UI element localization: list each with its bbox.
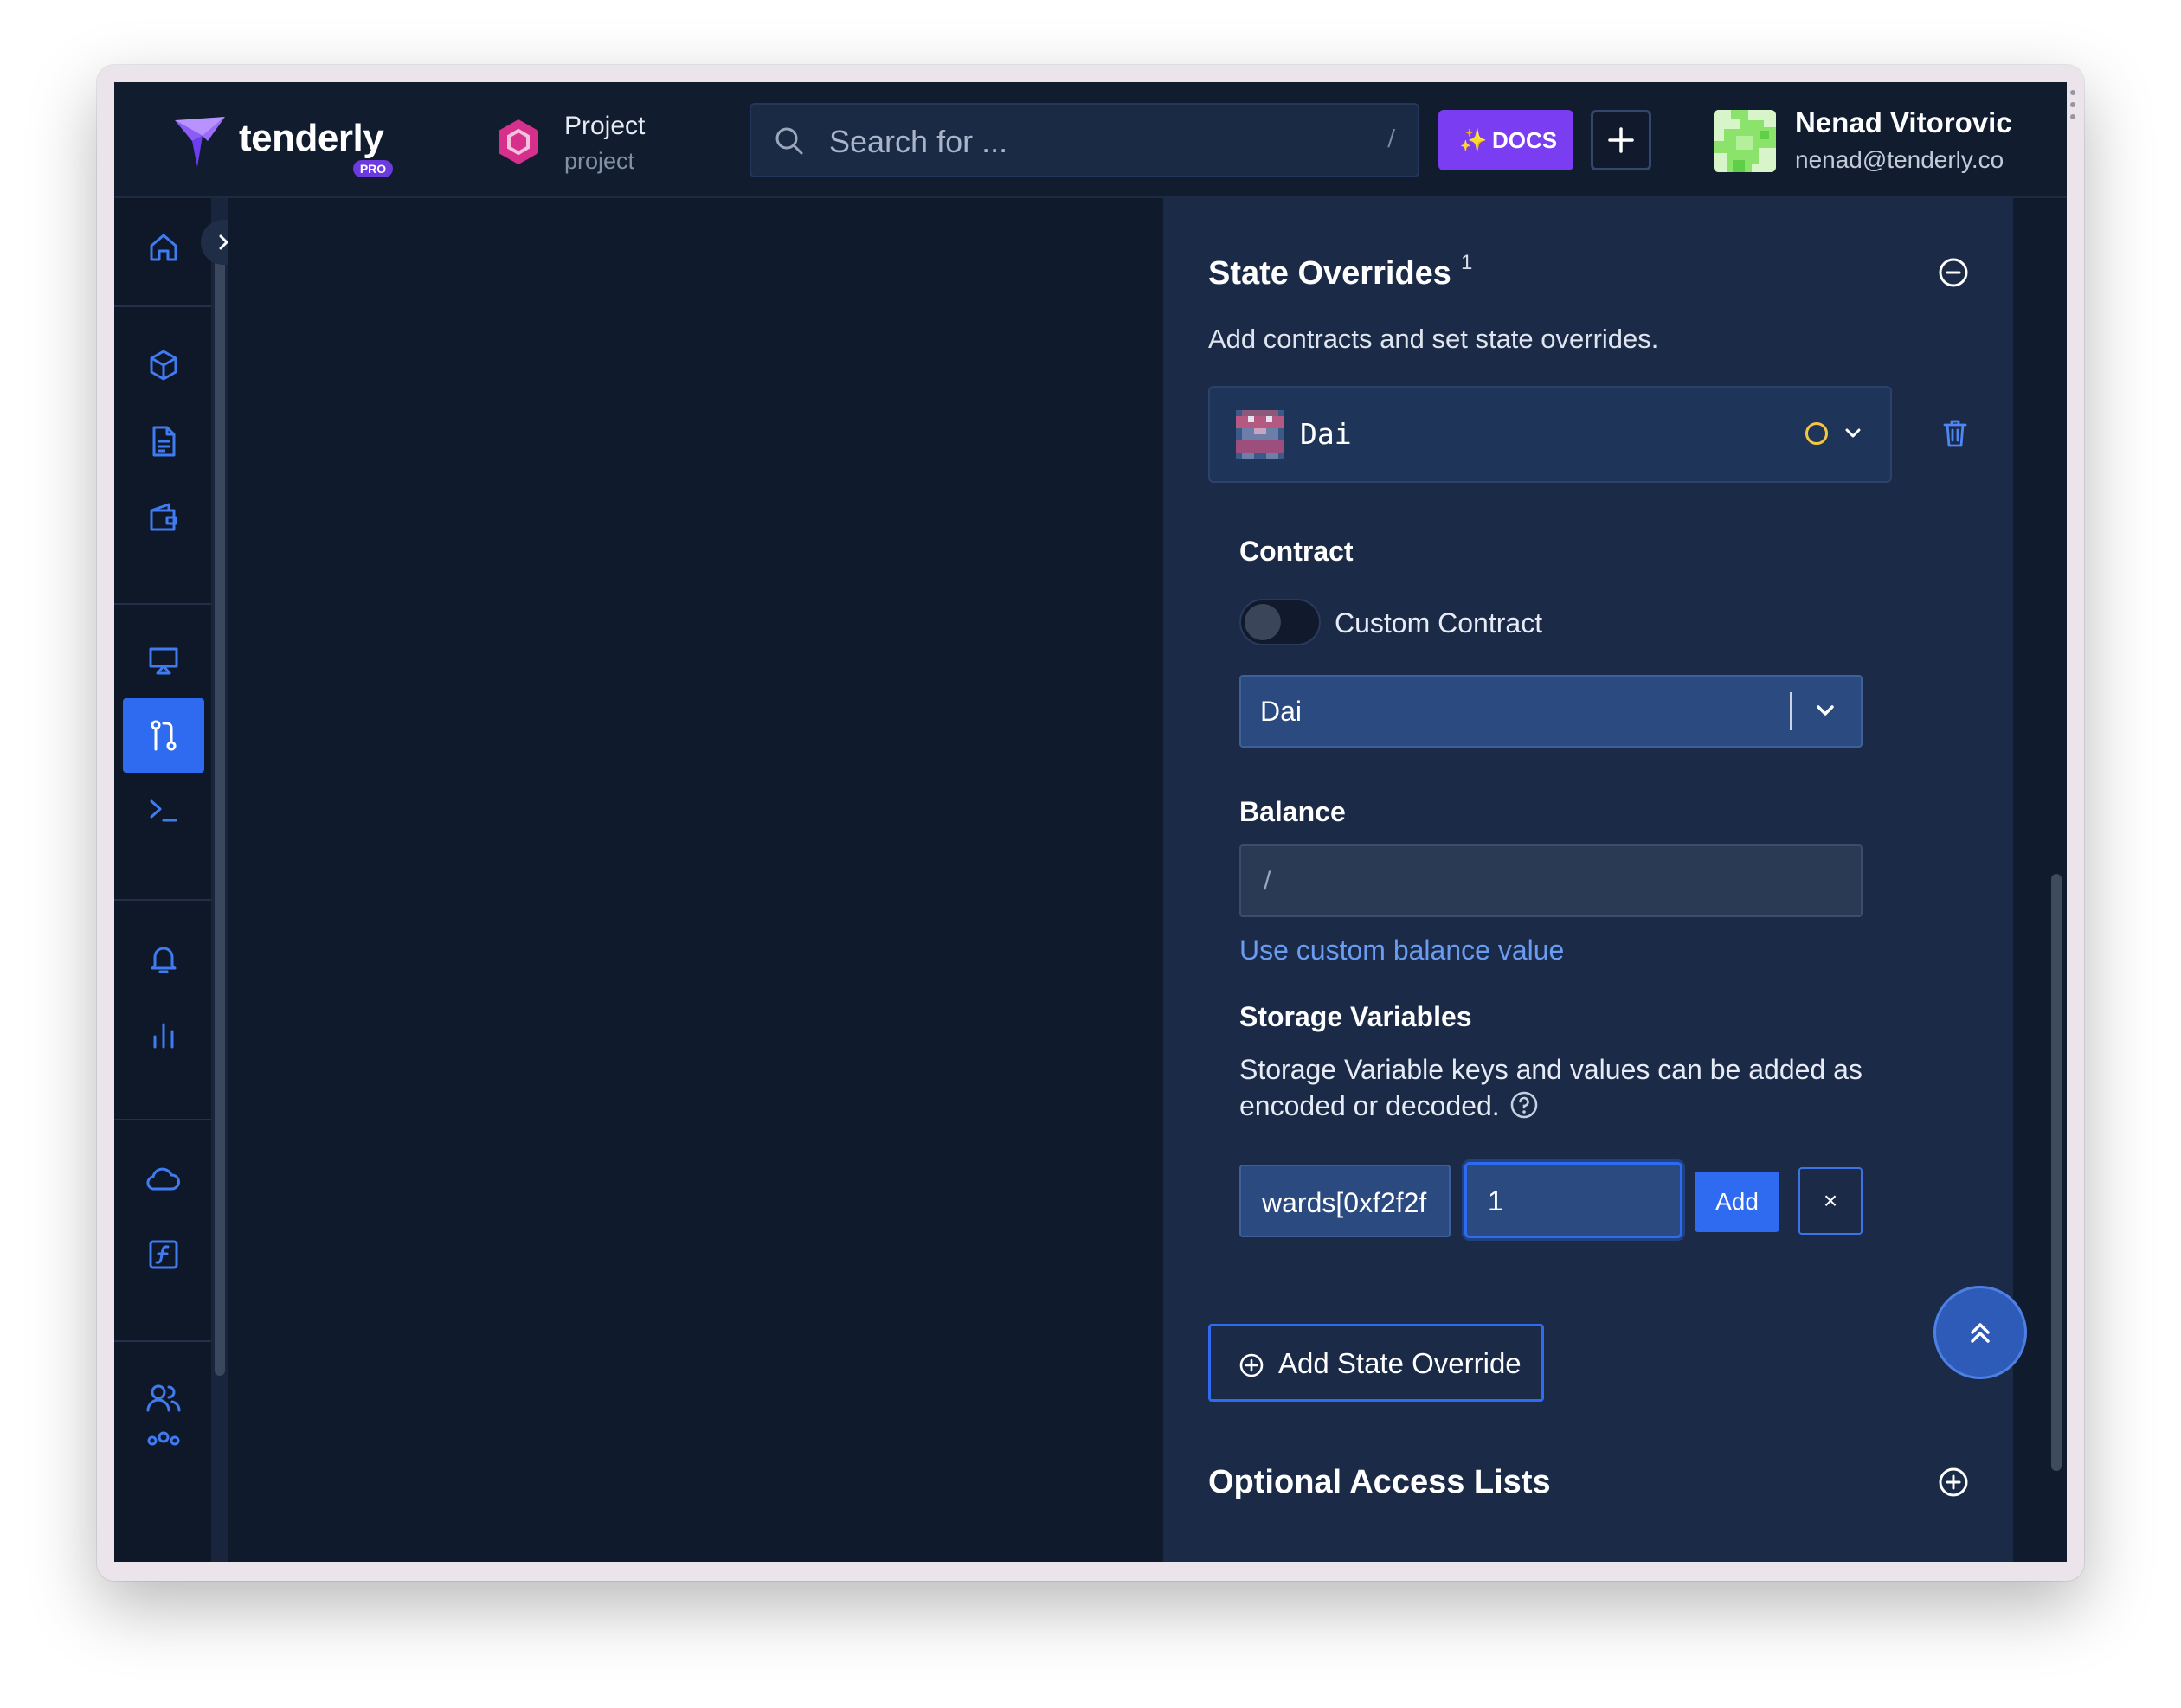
sidebar-item-wallets[interactable]	[123, 480, 204, 555]
cube-icon	[150, 350, 177, 381]
user-name: Nenad Vitorovic	[1795, 106, 2012, 138]
bell-icon	[151, 947, 177, 973]
status-indicator	[1805, 422, 1828, 445]
users-icon	[146, 1384, 181, 1412]
search-input[interactable]	[827, 120, 1350, 164]
bar-chart-icon	[153, 1023, 174, 1049]
search-bar[interactable]: /	[750, 103, 1419, 177]
contract-avatar	[1236, 410, 1284, 459]
chevron-down-icon[interactable]	[1842, 422, 1864, 445]
add-state-override-button[interactable]: Add State Override	[1208, 1324, 1544, 1402]
toggle-knob	[1245, 604, 1281, 640]
storage-key-input[interactable]	[1260, 1182, 1445, 1223]
sidebar-item-alerts[interactable]	[123, 921, 204, 996]
create-new-button[interactable]	[1591, 110, 1651, 170]
sidebar-item-node[interactable]	[123, 1141, 204, 1216]
state-overrides-title: State Overrides	[1208, 255, 1451, 292]
chevron-down-icon	[1817, 705, 1834, 716]
contract-select-value: Dai	[1260, 696, 1303, 727]
state-overrides-count: 1	[1461, 251, 1473, 274]
sidebar-divider	[114, 1340, 211, 1342]
sidebar-divider	[114, 1119, 211, 1120]
window-grip-icon[interactable]	[2070, 90, 2077, 126]
sidebar-item-contracts[interactable]	[123, 328, 204, 402]
plus-icon	[1608, 127, 1634, 153]
optional-access-lists-title: Optional Access Lists	[1208, 1464, 1551, 1500]
storage-value-field[interactable]	[1464, 1162, 1682, 1238]
project-slug: project	[564, 148, 635, 174]
contract-label: Contract	[1239, 536, 1354, 567]
sidebar-divider	[114, 305, 211, 307]
search-shortcut-hint: /	[1387, 125, 1395, 151]
sidebar-item-web3-actions[interactable]	[123, 1217, 204, 1292]
balance-input[interactable]	[1262, 862, 1837, 902]
sidebar-item-users[interactable]	[123, 1361, 204, 1435]
project-name: Project	[564, 112, 646, 140]
sidebar-divider	[114, 899, 211, 901]
tenderly-logo-icon	[175, 117, 225, 167]
team-icon	[147, 1431, 180, 1446]
clear-storage-variable-button[interactable]: ×	[1798, 1167, 1863, 1235]
sidebar-scrollbar-thumb[interactable]	[215, 260, 225, 1376]
help-circle-icon[interactable]	[1509, 1090, 1539, 1120]
scroll-to-top-button[interactable]	[1933, 1286, 2027, 1379]
select-divider	[1790, 692, 1792, 730]
add-state-override-label: Add State Override	[1278, 1347, 1522, 1379]
add-storage-variable-button[interactable]: Add	[1695, 1172, 1779, 1232]
project-hexagon-icon	[499, 119, 538, 164]
docs-label: DOCS	[1492, 127, 1558, 153]
docs-button[interactable]: ✨ DOCS	[1438, 110, 1573, 170]
balance-field[interactable]	[1239, 844, 1863, 917]
sidebar-divider	[114, 603, 211, 605]
state-overrides-description: Add contracts and set state overrides.	[1208, 324, 1659, 354]
contract-override-card[interactable]: Dai	[1208, 386, 1892, 483]
search-icon	[775, 127, 803, 155]
main-content-area	[228, 198, 1163, 1562]
trash-icon[interactable]	[1942, 419, 1968, 448]
custom-balance-link[interactable]: Use custom balance value	[1239, 934, 1564, 966]
contract-select[interactable]: Dai	[1239, 675, 1863, 748]
custom-contract-toggle[interactable]	[1239, 599, 1321, 645]
collapse-minus-icon[interactable]	[1937, 256, 1970, 289]
sparkle-icon: ✨	[1459, 127, 1488, 153]
contract-name: Dai	[1300, 417, 1352, 451]
presentation-icon	[149, 647, 178, 675]
sidebar-item-team[interactable]	[123, 1427, 204, 1461]
terminal-icon	[150, 799, 177, 822]
storage-variables-description-line1: Storage Variable keys and values can be …	[1239, 1054, 1863, 1085]
pro-badge: PRO	[353, 160, 393, 177]
sidebar-item-simulator[interactable]	[123, 698, 204, 773]
expand-plus-icon[interactable]	[1937, 1466, 1970, 1499]
custom-contract-label: Custom Contract	[1335, 607, 1543, 639]
cloud-icon	[146, 1167, 180, 1191]
sidebar-item-analytics[interactable]	[123, 998, 204, 1072]
balance-label: Balance	[1239, 796, 1346, 827]
wallet-icon	[150, 503, 177, 531]
sidebar-item-transactions[interactable]	[123, 404, 204, 478]
storage-variables-description-line2: encoded or decoded.	[1239, 1090, 1500, 1121]
user-avatar[interactable]	[1714, 110, 1776, 172]
sidebar-item-home[interactable]	[123, 210, 204, 285]
storage-variables-label: Storage Variables	[1239, 1001, 1472, 1032]
logo-text: tenderly	[239, 117, 384, 159]
document-icon	[152, 426, 176, 457]
sidebar-item-devnets[interactable]	[123, 624, 204, 698]
git-branch-icon	[151, 720, 177, 751]
top-bar: tenderly PRO Project project / ✨ DOCS	[114, 82, 2067, 198]
storage-value-input[interactable]	[1486, 1180, 1671, 1222]
user-email: nenad@tenderly.co	[1795, 146, 2004, 173]
chevrons-up-icon	[1971, 1323, 1990, 1343]
plus-circle-icon	[1239, 1353, 1264, 1377]
function-icon	[149, 1240, 178, 1269]
sidebar	[114, 198, 211, 1562]
storage-key-field[interactable]	[1239, 1165, 1451, 1237]
home-icon	[150, 234, 177, 261]
page-scrollbar-thumb[interactable]	[2051, 874, 2062, 1471]
sidebar-item-debugger[interactable]	[123, 773, 204, 847]
